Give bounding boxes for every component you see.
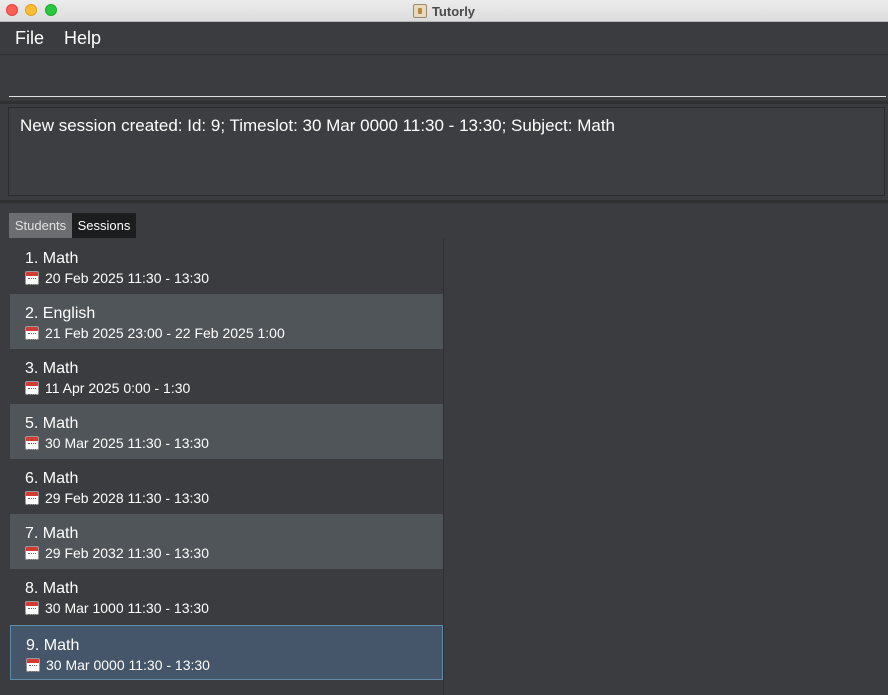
window-titlebar: Tutorly [0, 0, 888, 22]
session-list-item[interactable]: 6. Math 29 Feb 2028 11:30 - 13:30 [10, 459, 443, 514]
command-input[interactable] [9, 55, 886, 97]
session-list-item[interactable]: 3. Math 11 Apr 2025 0:00 - 1:30 [10, 349, 443, 404]
result-text: New session created: Id: 9; Timeslot: 30… [20, 116, 615, 135]
divider [0, 200, 888, 203]
session-title: 9. Math [26, 637, 80, 654]
session-list-item[interactable]: 2. English 21 Feb 2025 23:00 - 22 Feb 20… [10, 294, 443, 349]
session-list[interactable]: 1. Math 20 Feb 2025 11:30 - 13:30 2. Eng… [10, 239, 444, 695]
calendar-icon [25, 271, 39, 285]
session-title: 8. Math [25, 580, 79, 597]
session-title: 2. English [25, 305, 96, 322]
session-time: 20 Feb 2025 11:30 - 13:30 [45, 270, 209, 286]
menu-bar: File Help [0, 23, 888, 54]
calendar-icon [25, 546, 39, 560]
session-list-item[interactable]: 5. Math 30 Mar 2025 11:30 - 13:30 [10, 404, 443, 459]
divider [0, 101, 888, 104]
menu-help[interactable]: Help [64, 28, 101, 49]
session-list-item-selected[interactable]: 9. Math 30 Mar 0000 11:30 - 13:30 [10, 625, 443, 680]
command-box [0, 54, 888, 102]
session-list-item[interactable]: 8. Math 30 Mar 1000 11:30 - 13:30 [10, 569, 443, 624]
tab-sessions[interactable]: Sessions [72, 213, 136, 238]
session-time: 11 Apr 2025 0:00 - 1:30 [45, 380, 191, 396]
calendar-icon [25, 601, 39, 615]
calendar-icon [25, 381, 39, 395]
tab-students[interactable]: Students [9, 213, 72, 238]
window-title: Tutorly [431, 3, 476, 19]
session-time: 21 Feb 2025 23:00 - 22 Feb 2025 1:00 [45, 325, 285, 341]
session-title: 7. Math [25, 525, 79, 542]
calendar-icon [25, 436, 39, 450]
result-display: New session created: Id: 9; Timeslot: 30… [8, 107, 885, 196]
calendar-icon [26, 658, 40, 672]
session-time: 29 Feb 2028 11:30 - 13:30 [45, 490, 209, 506]
calendar-icon [25, 491, 39, 505]
session-time: 30 Mar 1000 11:30 - 13:30 [45, 600, 209, 616]
session-title: 1. Math [25, 250, 79, 267]
session-time: 30 Mar 2025 11:30 - 13:30 [45, 435, 209, 451]
session-title: 6. Math [25, 470, 79, 487]
session-time: 30 Mar 0000 11:30 - 13:30 [46, 657, 210, 673]
app-icon [412, 4, 427, 18]
tab-bar: Students Sessions [9, 213, 136, 238]
session-time: 29 Feb 2032 11:30 - 13:30 [45, 545, 209, 561]
menu-file[interactable]: File [15, 28, 44, 49]
session-title: 5. Math [25, 415, 79, 432]
session-title: 3. Math [25, 360, 79, 377]
session-list-item[interactable]: 7. Math 29 Feb 2032 11:30 - 13:30 [10, 514, 443, 569]
calendar-icon [25, 326, 39, 340]
session-list-item[interactable]: 1. Math 20 Feb 2025 11:30 - 13:30 [10, 239, 443, 294]
